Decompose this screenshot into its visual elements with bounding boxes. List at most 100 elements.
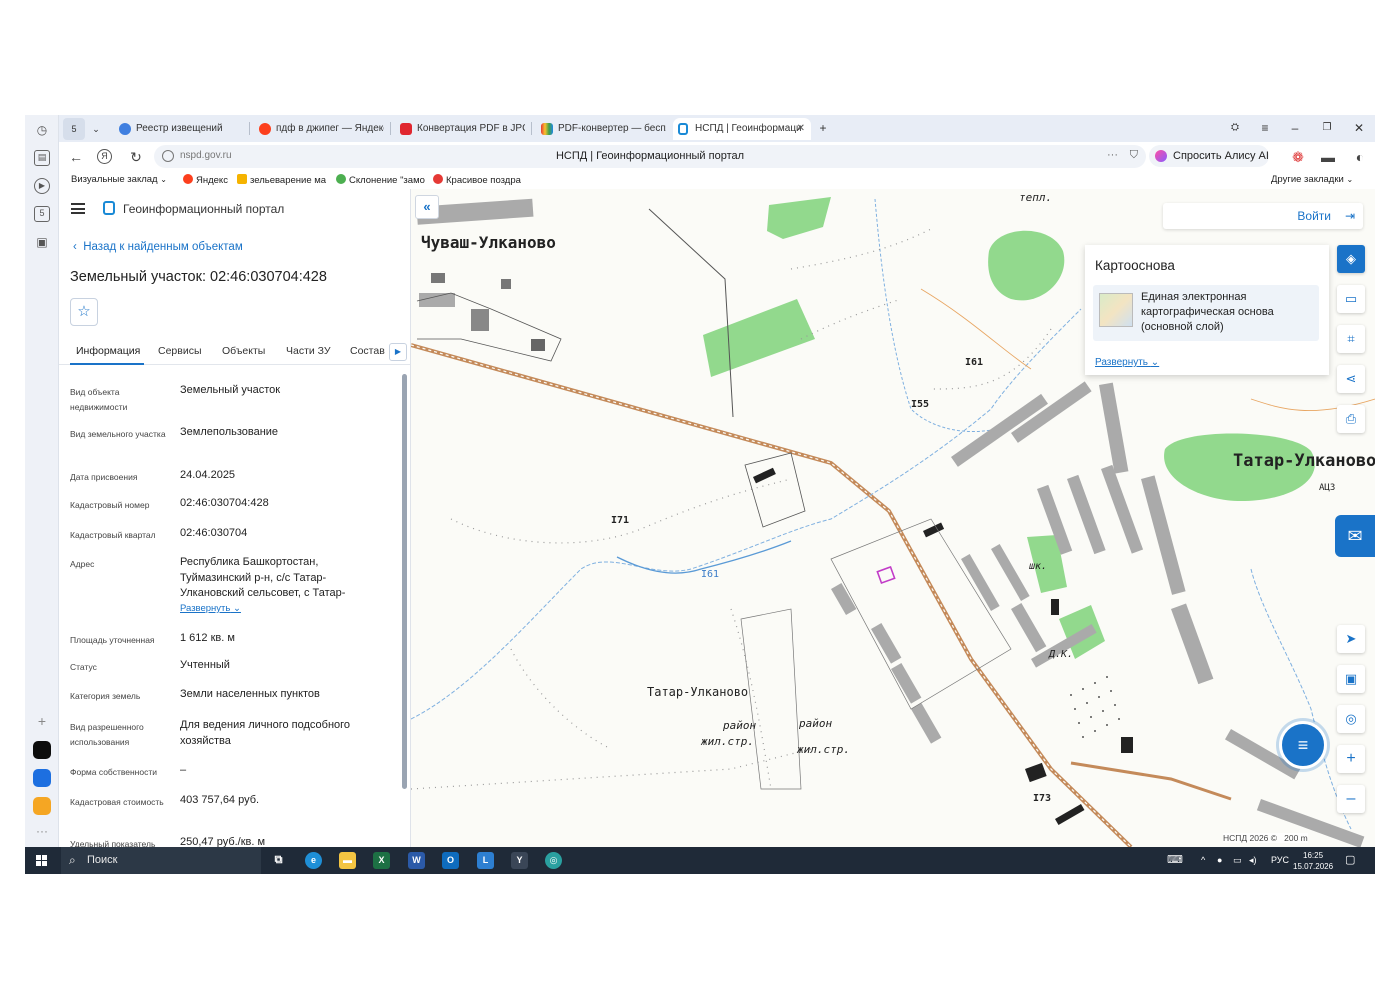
alice-app-icon[interactable] [33, 741, 51, 759]
tab-counter-icon[interactable]: 5 [34, 206, 50, 222]
bookmark-greeting[interactable]: Красивое поздра [433, 174, 521, 186]
language-indicator[interactable]: РУС [1271, 847, 1289, 874]
page-content: Геоинформационный портал ‹ Назад к найде… [59, 189, 1375, 847]
extension-icon[interactable]: ❁ [1289, 148, 1307, 166]
yandex-home-icon[interactable]: Я [97, 149, 112, 164]
taskbar-search[interactable]: ⌕ Поиск [61, 847, 261, 874]
reader-icon[interactable]: ▬ [1319, 148, 1337, 166]
messenger-app-icon[interactable] [33, 769, 51, 787]
geolocation-icon[interactable]: ◎ [1337, 705, 1365, 733]
microphone-icon[interactable]: ● [1217, 847, 1222, 874]
other-bookmarks[interactable]: Другие закладки ⌄ [1271, 174, 1353, 185]
collapse-panel-button[interactable]: « [415, 195, 439, 219]
tab-composition[interactable]: Состав [350, 345, 385, 357]
selected-parcel[interactable] [876, 565, 896, 585]
close-tab-icon[interactable]: ✕ [797, 118, 805, 140]
panel-scrollbar[interactable] [402, 374, 407, 789]
screenshot: ◷ ▤ ▶ 5 ▣ + ··· 5 ⌄ Реестр извещений пдф… [25, 115, 1375, 874]
window-close-icon[interactable]: ✕ [1349, 119, 1369, 137]
hamburger-menu-icon[interactable] [71, 203, 85, 214]
arrow-icon [433, 174, 443, 184]
tab-parcel-parts[interactable]: Части ЗУ [286, 345, 331, 357]
clock[interactable]: 16:25 15.07.2026 [1293, 850, 1333, 872]
chat-button[interactable]: ≡ [1279, 721, 1327, 769]
more-options-icon[interactable]: ··· [1107, 149, 1118, 161]
windows-start-icon[interactable] [36, 855, 48, 867]
field-cadastral-value: Кадастровая стоимость 403 757,64 руб. [70, 794, 260, 807]
tab-2[interactable]: пдф в джипег — Яндекс: н [254, 118, 384, 140]
volume-icon[interactable]: ◂) [1249, 847, 1257, 874]
new-tab-button[interactable]: + [813, 119, 833, 137]
excel-icon[interactable]: X [373, 852, 390, 869]
village-label: Татар-Улканово [1233, 451, 1375, 471]
bookmark-declension[interactable]: Склонение "замо [336, 174, 425, 186]
tab-4[interactable]: PDF-конвертер — беспла [536, 118, 666, 140]
minimap-icon[interactable]: ▣ [1337, 665, 1365, 693]
add-panel-icon[interactable]: + [34, 713, 50, 729]
tray-chevron-icon[interactable]: ^ [1201, 847, 1205, 874]
app-icon[interactable]: ◎ [545, 852, 562, 869]
keyboard-icon[interactable]: ⌨ [1167, 847, 1183, 874]
bookmark-icon[interactable]: ⛉ [1130, 149, 1138, 162]
forest-area [988, 230, 1065, 301]
field-object-type: Вид объекта недвижимости Земельный участ… [70, 384, 281, 412]
basemap-layer-card[interactable]: Единая электронная картографическая осно… [1093, 285, 1319, 341]
login-button[interactable]: Войти ⇥ [1163, 203, 1363, 229]
url-field[interactable]: nspd.gov.ru НСПД | Геоинформационный пор… [154, 145, 1146, 168]
zoom-in-button[interactable]: + [1337, 745, 1365, 773]
outlook-icon[interactable]: O [442, 852, 459, 869]
back-to-results-link[interactable]: ‹ Назад к найденным объектам [73, 241, 243, 253]
file-explorer-icon[interactable]: ▬ [339, 852, 356, 869]
check-icon [336, 174, 346, 184]
notifications-icon[interactable]: ▢ [1345, 847, 1355, 874]
protect-icon[interactable]: ⛭ [1225, 119, 1245, 137]
screenshot-icon[interactable]: ▣ [34, 234, 50, 250]
expand-address-link[interactable]: Развернуть ⌄ [180, 603, 241, 614]
forest-area [767, 197, 831, 239]
share-icon[interactable]: ⋖ [1337, 365, 1365, 393]
favorite-star-button[interactable]: ☆ [70, 298, 98, 326]
mail-app-icon[interactable] [33, 797, 51, 815]
tab-objects[interactable]: Объекты [222, 345, 265, 357]
expand-layers-link[interactable]: Развернуть ⌄ [1095, 357, 1159, 368]
tab-list-chevron-icon[interactable]: ⌄ [87, 118, 105, 140]
menu-icon[interactable]: ≡ [1255, 119, 1275, 137]
yandex-browser-icon[interactable]: Y [511, 852, 528, 869]
network-icon[interactable]: ▭ [1233, 847, 1242, 874]
feedback-icon[interactable]: ✉ [1335, 515, 1375, 557]
area-label: Татар-Улканово [647, 685, 749, 699]
locate-icon[interactable]: ➤ [1337, 625, 1365, 653]
app-icon[interactable]: L [477, 852, 494, 869]
tab-5-active[interactable]: НСПД | Геоинформаци ✕ [673, 118, 811, 140]
reload-icon[interactable]: ↻ [127, 148, 145, 166]
video-icon[interactable]: ▶ [34, 178, 50, 194]
tab-1[interactable]: Реестр извещений [114, 118, 244, 140]
more-icon[interactable]: ··· [34, 823, 50, 839]
tabs-scroll-right-icon[interactable]: ▶ [389, 343, 407, 361]
history-icon[interactable]: ◷ [34, 122, 50, 138]
alice-icon [1155, 150, 1167, 162]
tab-services[interactable]: Сервисы [158, 345, 202, 357]
bookmark-potions[interactable]: зельеварение ма [237, 174, 326, 186]
tab-group-counter[interactable]: 5 [63, 118, 85, 140]
collections-icon[interactable]: ▤ [34, 150, 50, 166]
select-area-icon[interactable]: ⌗ [1337, 325, 1365, 353]
layers-icon[interactable]: ◈ [1337, 245, 1365, 273]
zoom-out-button[interactable]: – [1337, 785, 1365, 813]
minimize-icon[interactable]: – [1285, 119, 1305, 137]
edge-icon[interactable]: e [305, 852, 322, 869]
bookmark-yandex[interactable]: Яндекс [183, 174, 228, 186]
ask-alice-button[interactable]: Спросить Алису AI [1149, 145, 1269, 167]
restore-icon[interactable]: ❐ [1317, 119, 1337, 137]
field-cadastral-quarter: Кадастровый квартал 02:46:030704 [70, 527, 248, 540]
word-icon[interactable]: W [408, 852, 425, 869]
map-view[interactable]: Чуваш-Улканово Татар-Улканово Татар-Улка… [411, 189, 1375, 847]
print-icon[interactable]: ⎙ [1337, 405, 1365, 433]
back-arrow-icon[interactable]: ← [67, 148, 85, 166]
tab-information[interactable]: Информация [76, 345, 140, 357]
shield-icon[interactable]: ◐ [1351, 148, 1369, 166]
bookmark-visual[interactable]: Визуальные заклад ⌄ [71, 174, 167, 185]
task-view-icon[interactable]: ⧉ [270, 852, 287, 869]
tab-3[interactable]: Конвертация PDF в JPG. Н [395, 118, 525, 140]
ruler-icon[interactable]: ▭ [1337, 285, 1365, 313]
